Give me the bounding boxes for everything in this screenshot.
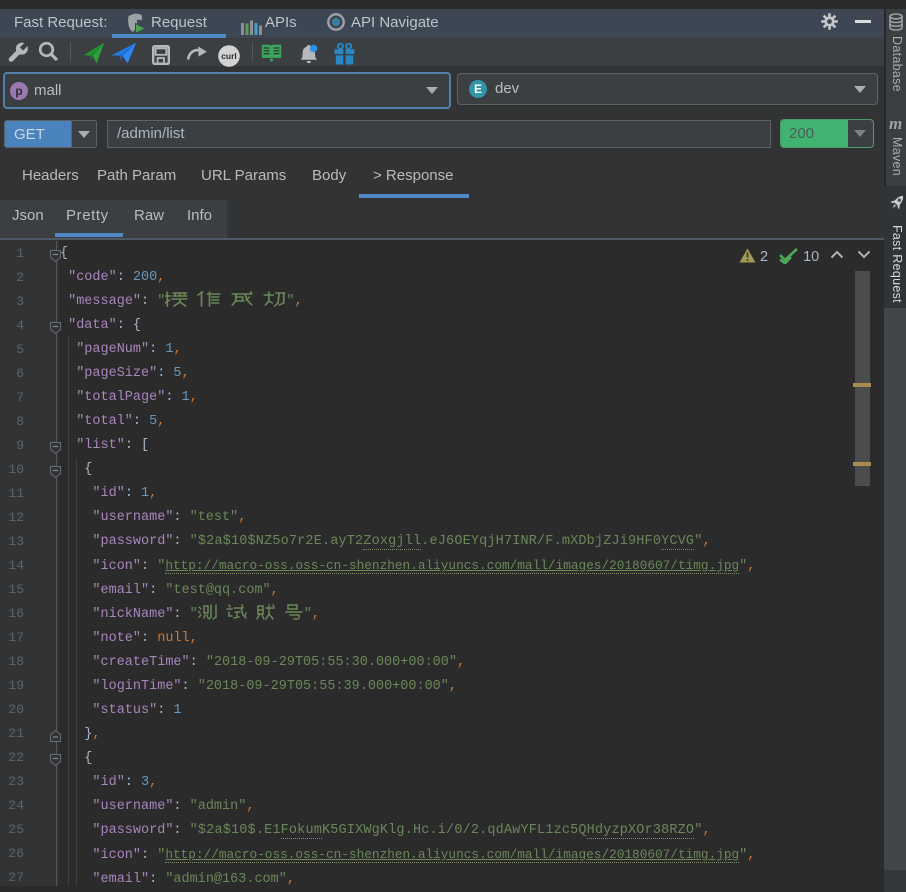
svg-text:curl: curl xyxy=(221,51,237,61)
